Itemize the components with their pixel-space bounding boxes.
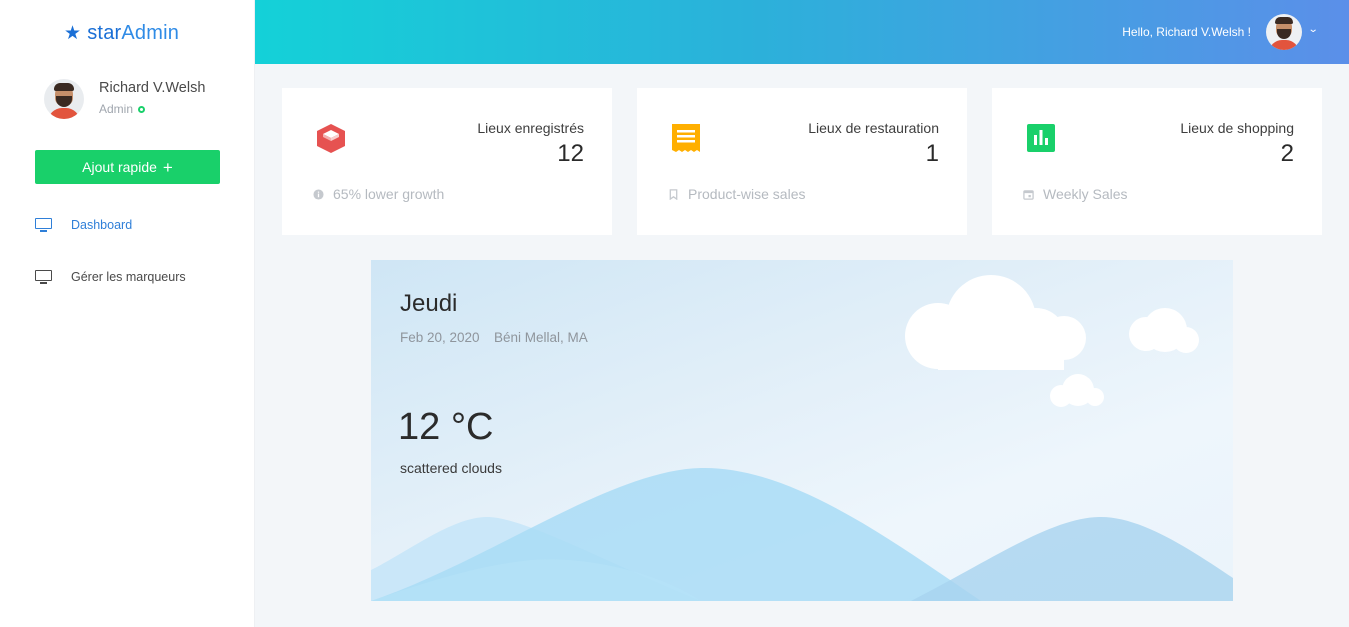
card-value: 2	[1280, 140, 1294, 167]
weather-day: Jeudi	[400, 290, 458, 317]
plus-icon: +	[162, 157, 173, 177]
weather-description: scattered clouds	[400, 460, 502, 476]
quick-add-button[interactable]: Ajout rapide +	[35, 150, 220, 184]
top-navbar: Hello, Richard V.Welsh ! ⌄	[255, 0, 1349, 64]
card-value: 1	[925, 140, 939, 167]
star-icon: ★	[64, 23, 82, 44]
card-footer: 65% lower growth	[313, 186, 444, 202]
card-value: 12	[557, 140, 584, 167]
sidebar-item-dashboard[interactable]: Dashboard	[35, 218, 132, 232]
stat-card-restaurants: Lieux de restauration 1 Product-wise sal…	[637, 88, 967, 235]
weather-location: Béni Mellal, MA	[494, 330, 588, 345]
bookmark-icon	[669, 188, 678, 200]
user-avatar-button[interactable]	[1266, 14, 1302, 50]
profile-name: Richard V.Welsh	[99, 80, 206, 96]
weather-illustration	[371, 275, 1233, 601]
cloud-icon	[905, 275, 1199, 407]
weather-temperature: 12 °C	[398, 406, 494, 448]
monitor-icon	[35, 270, 53, 284]
brand-name: starAdmin	[87, 22, 180, 44]
card-footer: Product-wise sales	[668, 186, 806, 202]
weather-date: Feb 20, 2020	[400, 330, 480, 345]
sidebar: ★ starAdmin Richard V.Welsh Admin Ajout …	[0, 0, 255, 627]
sidebar-item-manage-markers[interactable]: Gérer les marqueurs	[35, 270, 186, 284]
card-label: Lieux enregistrés	[477, 120, 584, 136]
weather-widget: Jeudi Feb 20, 2020 Béni Mellal, MA 12 °C…	[371, 260, 1233, 601]
avatar	[44, 79, 84, 119]
stat-card-shopping: Lieux de shopping 2 Weekly Sales	[992, 88, 1322, 235]
brand-logo[interactable]: ★ starAdmin	[64, 22, 179, 45]
card-label: Lieux de restauration	[808, 120, 939, 136]
info-icon	[313, 188, 324, 200]
receipt-icon	[672, 124, 700, 152]
profile-role: Admin	[99, 102, 205, 116]
chevron-down-icon[interactable]: ⌄	[1307, 24, 1318, 35]
stat-card-registered-places: Lieux enregistrés 12 65% lower growth	[282, 88, 612, 235]
sidebar-profile: Richard V.Welsh Admin	[44, 79, 205, 119]
sidebar-item-label: Dashboard	[71, 218, 133, 232]
card-label: Lieux de shopping	[1180, 120, 1294, 136]
sidebar-item-label: Gérer les marqueurs	[71, 270, 186, 284]
card-footer: Weekly Sales	[1023, 186, 1128, 202]
online-status-icon	[138, 105, 146, 113]
calendar-icon	[1023, 189, 1034, 200]
cube-icon	[317, 124, 345, 153]
bar-chart-icon	[1027, 124, 1055, 152]
user-greeting: Hello, Richard V.Welsh !	[1122, 25, 1251, 39]
monitor-icon	[35, 218, 53, 232]
